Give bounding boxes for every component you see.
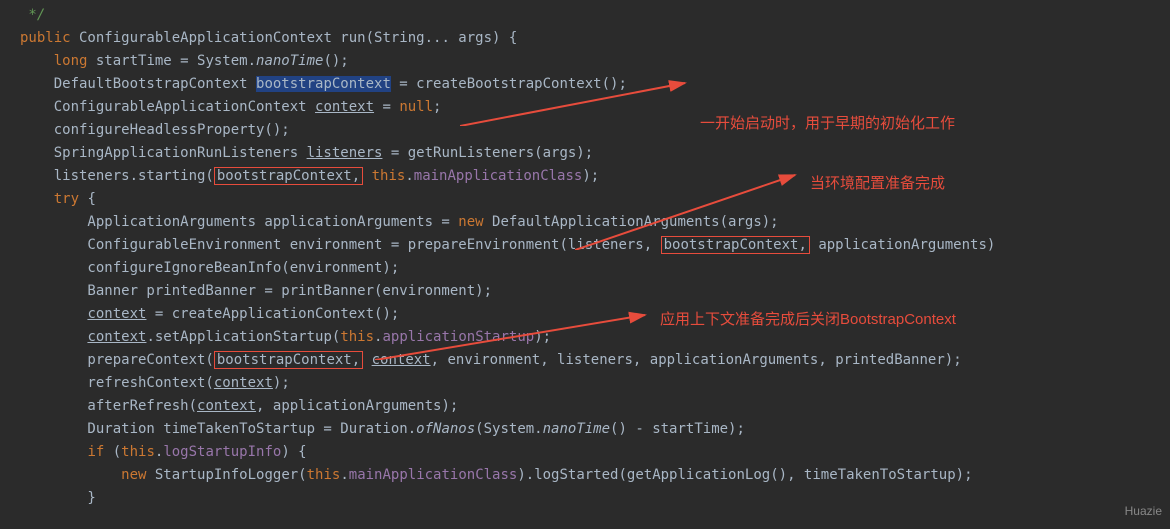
code-text: configureHeadlessProperty(); — [20, 122, 290, 138]
highlighted-box: bootstrapContext, — [214, 351, 363, 369]
code-text — [20, 467, 121, 483]
static-method: nanoTime — [256, 53, 323, 69]
code-text: ConfigurableEnvironment environment = pr… — [20, 237, 661, 253]
highlighted-box: bootstrapContext, — [661, 236, 810, 254]
code-text: Duration timeTakenToStartup = Duration. — [20, 421, 416, 437]
code-text: ( — [104, 444, 121, 460]
code-text: ); — [534, 329, 551, 345]
variable: context — [87, 306, 146, 322]
keyword-if: if — [87, 444, 104, 460]
code-text: = getRunListeners(args); — [382, 145, 593, 161]
code-text — [20, 444, 87, 460]
code-text: ); — [582, 168, 599, 184]
code-text: = — [374, 99, 399, 115]
code-text: refreshContext( — [20, 375, 214, 391]
keyword-new: new — [121, 467, 146, 483]
keyword-this: this — [340, 329, 374, 345]
field: applicationStartup — [382, 329, 534, 345]
code-text: . — [340, 467, 348, 483]
code-text — [363, 352, 371, 368]
return-type: ConfigurableApplicationContext — [71, 30, 341, 46]
code-text: (System. — [475, 421, 542, 437]
field: logStartupInfo — [163, 444, 281, 460]
annotation-text: 当环境配置准备完成 — [810, 172, 945, 195]
code-text — [363, 168, 371, 184]
variable: context — [372, 352, 431, 368]
code-text: { — [79, 191, 96, 207]
field: mainApplicationClass — [349, 467, 518, 483]
code-text: DefaultApplicationArguments(args); — [484, 214, 779, 230]
code-editor[interactable]: */ public ConfigurableApplicationContext… — [0, 4, 1170, 510]
variable: context — [87, 329, 146, 345]
code-text: ; — [433, 99, 441, 115]
code-text: StartupInfoLogger( — [146, 467, 306, 483]
code-text: = createApplicationContext(); — [146, 306, 399, 322]
keyword-public: public — [20, 30, 71, 46]
keyword-new: new — [458, 214, 483, 230]
variable: context — [214, 375, 273, 391]
code-text: configureIgnoreBeanInfo(environment); — [20, 260, 399, 276]
code-text: , environment, listeners, applicationArg… — [431, 352, 962, 368]
code-text: prepareContext( — [20, 352, 214, 368]
code-text — [20, 53, 54, 69]
keyword-this: this — [121, 444, 155, 460]
method-name: run — [340, 30, 365, 46]
code-text: . — [405, 168, 413, 184]
code-text: DefaultBootstrapContext — [20, 76, 256, 92]
keyword-null: null — [399, 99, 433, 115]
static-method: ofNanos — [416, 421, 475, 437]
variable: context — [315, 99, 374, 115]
selected-text[interactable]: bootstrapContext — [256, 76, 391, 92]
variable: context — [197, 398, 256, 414]
code-text — [20, 191, 54, 207]
annotation-text: 应用上下文准备完成后关闭BootstrapContext — [660, 308, 956, 331]
code-text: startTime = System. — [87, 53, 256, 69]
keyword-long: long — [54, 53, 88, 69]
watermark: Huazie — [1125, 500, 1162, 523]
code-text: afterRefresh( — [20, 398, 197, 414]
code-text: SpringApplicationRunListeners — [20, 145, 307, 161]
code-text: () - startTime); — [610, 421, 745, 437]
code-text: ApplicationArguments applicationArgument… — [20, 214, 458, 230]
code-text — [20, 306, 87, 322]
code-text: } — [20, 490, 96, 506]
code-text: ).logStarted(getApplicationLog(), timeTa… — [517, 467, 972, 483]
keyword-this: this — [372, 168, 406, 184]
annotation-text: 一开始启动时，用于早期的初始化工作 — [700, 112, 955, 135]
code-text: Banner printedBanner = printBanner(envir… — [20, 283, 492, 299]
code-text: listeners.starting( — [20, 168, 214, 184]
params: (String... args) { — [366, 30, 518, 46]
field: mainApplicationClass — [414, 168, 583, 184]
variable: listeners — [307, 145, 383, 161]
code-text: ); — [273, 375, 290, 391]
keyword-this: this — [307, 467, 341, 483]
code-text: ) { — [281, 444, 306, 460]
keyword-try: try — [54, 191, 79, 207]
highlighted-box: bootstrapContext, — [214, 167, 363, 185]
code-text: .setApplicationStartup( — [146, 329, 340, 345]
code-text: (); — [323, 53, 348, 69]
code-text: ConfigurableApplicationContext — [20, 99, 315, 115]
code-text: , applicationArguments); — [256, 398, 458, 414]
code-text — [20, 329, 87, 345]
static-method: nanoTime — [543, 421, 610, 437]
code-text: = createBootstrapContext(); — [391, 76, 627, 92]
code-text: applicationArguments) — [810, 237, 995, 253]
comment: */ — [20, 7, 45, 23]
